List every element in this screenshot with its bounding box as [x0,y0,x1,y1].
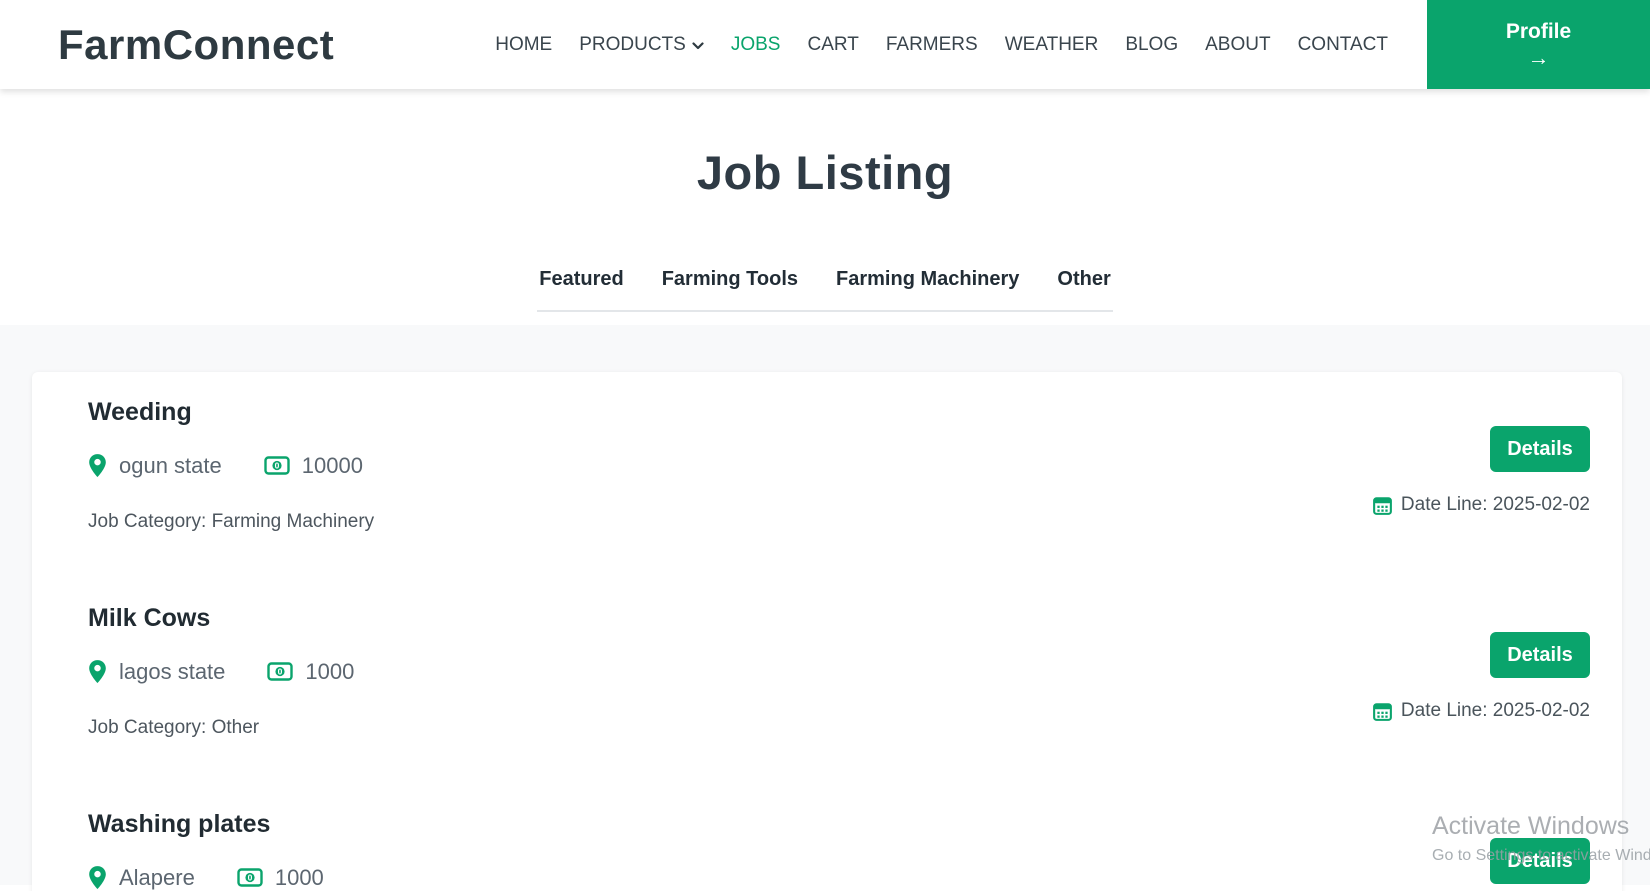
job-category: Job Category: Other [88,716,260,738]
details-button[interactable]: Details [1490,426,1590,472]
nav-item-cart[interactable]: CART [807,34,858,56]
nav-item-home[interactable]: HOME [495,34,552,56]
job-row-washing-plates: Washing plates Alapere 0 1000 Details [88,810,1590,891]
tab-farming-tools[interactable]: Farming Tools [662,268,798,291]
job-row-milk-cows: Milk Cows lagos state 0 1000 Job Categor… [88,604,1590,810]
hero-section: Job Listing Featured Farming Tools Farmi… [0,89,1650,325]
profile-button[interactable]: Profile → [1427,0,1650,89]
arrow-right-icon: → [1527,45,1550,70]
job-meta: Alapere 0 1000 [88,865,1590,891]
job-row-weeding: Weeding ogun state 0 10000 Job Category:… [88,398,1590,604]
job-deadline: Date Line: 2025-02-02 [1373,700,1590,722]
page-title: Job Listing [696,146,954,199]
location-pin-icon [88,453,107,478]
job-location: ogun state [119,452,222,478]
top-navbar: FarmConnect HOME PRODUCTS JOBS CART FARM… [0,0,1650,89]
svg-text:0: 0 [247,873,252,883]
cash-icon: 0 [264,456,290,475]
job-actions: Details Date Line: 2025-02-02 [1373,426,1590,516]
nav-item-products-label: PRODUCTS [579,33,686,55]
nav-item-farmers[interactable]: FARMERS [886,34,978,56]
details-button[interactable]: Details [1490,838,1590,884]
job-category: Job Category: Farming Machinery [88,510,375,532]
svg-text:0: 0 [278,667,283,677]
jobs-section: Weeding ogun state 0 10000 Job Category:… [0,325,1650,891]
jobs-card: Weeding ogun state 0 10000 Job Category:… [32,372,1622,891]
brand-logo[interactable]: FarmConnect [58,21,334,69]
job-deadline-text: Date Line: 2025-02-02 [1400,494,1590,515]
job-meta: ogun state 0 10000 [88,453,1590,479]
svg-text:0: 0 [274,461,279,471]
job-location: lagos state [119,658,226,684]
nav-item-blog[interactable]: BLOG [1125,34,1178,56]
cash-icon: 0 [237,868,263,887]
nav-item-about[interactable]: ABOUT [1205,34,1270,56]
location-pin-icon [88,659,107,684]
nav-item-products[interactable]: PRODUCTS [579,34,704,56]
nav-item-contact[interactable]: CONTACT [1298,34,1388,56]
chevron-down-icon [692,41,704,50]
category-tabs: Featured Farming Tools Farming Machinery… [537,268,1113,312]
job-title: Milk Cows [88,604,211,632]
job-meta: lagos state 0 1000 [88,659,1590,685]
job-pay: 1000 [305,658,355,684]
tab-farming-machinery[interactable]: Farming Machinery [836,268,1019,291]
tab-other[interactable]: Other [1057,268,1110,291]
job-actions: Details Date Line: 2025-02-02 [1373,632,1590,722]
nav-item-weather[interactable]: WEATHER [1005,34,1099,56]
job-deadline-text: Date Line: 2025-02-02 [1400,700,1590,721]
job-title: Weeding [88,398,192,426]
cash-icon: 0 [267,662,294,681]
job-pay: 10000 [301,452,363,478]
nav-item-jobs[interactable]: JOBS [731,34,781,56]
job-pay: 1000 [274,864,324,890]
job-deadline: Date Line: 2025-02-02 [1373,494,1590,516]
details-button[interactable]: Details [1490,632,1590,678]
job-location: Alapere [119,864,195,890]
profile-button-label: Profile [1505,20,1572,43]
tab-featured[interactable]: Featured [539,268,623,291]
job-title: Washing plates [88,810,271,838]
calendar-icon [1373,702,1392,721]
location-pin-icon [88,865,107,890]
calendar-icon [1373,496,1392,515]
job-actions: Details [1490,838,1590,884]
